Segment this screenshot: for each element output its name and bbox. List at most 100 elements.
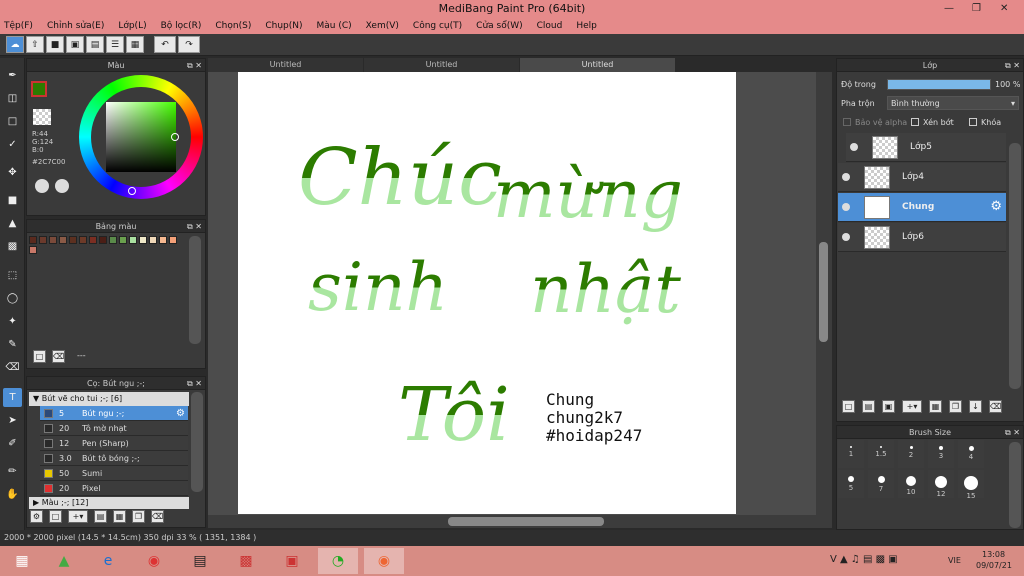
menu-edit[interactable]: Chỉnh sửa(E) [47,21,104,31]
add-layer-dropdown-icon[interactable]: +▾ [902,400,922,413]
palette-swatch[interactable] [169,236,177,244]
palette-swatch[interactable] [109,236,117,244]
brush-group-header-2[interactable]: ▶ Màu ;-; [12] [29,497,189,509]
tray-icons[interactable]: V ▲ ♫ ▤ ▩ ▣ [830,554,898,565]
brush-size-option[interactable]: 15 [958,470,984,500]
delete-palette-icon[interactable]: ⌫ [52,350,65,363]
palette-swatch[interactable] [139,236,147,244]
protect-alpha-checkbox[interactable] [843,118,851,126]
brush-size-option[interactable]: 3 [928,440,954,468]
canvas-horizontal-scrollbar[interactable] [208,515,816,528]
eye-icon[interactable] [842,203,850,211]
cloud-icon[interactable]: ☁ [6,36,24,53]
layer-item-lop6[interactable]: Lớp6 [838,223,1006,252]
brush-size-scrollbar[interactable] [1009,442,1021,528]
menu-layer[interactable]: Lớp(L) [118,21,146,31]
brush-size-option[interactable]: 5 [838,470,864,498]
eye-icon[interactable] [842,173,850,181]
redo-icon[interactable]: ↷ [178,36,200,53]
new-halftone-layer-icon[interactable]: ▤ [862,400,875,413]
palette-swatch[interactable] [99,236,107,244]
palette-swatch[interactable] [79,236,87,244]
palette-swatch[interactable] [129,236,137,244]
lock-checkbox[interactable] [969,118,977,126]
brush-size-option[interactable]: 4 [958,440,984,468]
new-8bit-layer-icon[interactable]: ▣ [882,400,895,413]
canvas-paper[interactable]: Chúc mừng sinh nhật Tôi Chung chung2k7 #… [238,72,736,514]
palette-scrollbar[interactable] [189,236,201,344]
tab-untitled-2[interactable]: Untitled [364,58,519,72]
brush-size-option[interactable]: 7 [868,470,894,498]
eye-icon[interactable] [850,143,858,151]
operation-tool-icon[interactable]: ➤ [3,411,22,430]
panel-close-icon[interactable]: ⧉ ✕ [1005,59,1020,72]
share-icon[interactable]: ⇧ [26,36,44,53]
brush-size-option[interactable]: 10 [898,470,924,498]
menu-help[interactable]: Help [576,21,597,31]
document-icon[interactable]: ▤ [86,36,104,53]
app-green-icon[interactable]: ◔ [318,548,358,574]
brush-item[interactable]: 20 Tô mờ nhạt [40,421,188,436]
move-tool-icon[interactable]: ✥ [3,163,22,182]
new-brush-icon[interactable]: □ [49,510,62,523]
brush-size-option[interactable]: 12 [928,470,954,498]
medibang-icon[interactable]: ◉ [364,548,404,574]
eraser-tool-icon[interactable]: ◫ [3,89,22,108]
fill-rect-icon[interactable]: ■ [3,191,22,210]
palette-swatch[interactable] [119,236,127,244]
palette-swatch[interactable] [49,236,57,244]
palette-swatch[interactable] [159,236,167,244]
folder-icon[interactable]: ▦ [929,400,942,413]
hue-wheel[interactable] [79,75,203,199]
menu-view[interactable]: Xem(V) [366,21,399,31]
transparent-color-swatch[interactable] [33,109,51,125]
eyedropper-icon[interactable]: ✏ [3,462,22,481]
add-brush-icon[interactable]: +▾ [68,510,88,523]
canvas-area[interactable]: Chúc mừng sinh nhật Tôi Chung chung2k7 #… [208,72,832,528]
opacity-slider[interactable] [887,79,991,90]
brush-size-option[interactable]: 2 [898,440,924,468]
color-picker-handle[interactable] [171,133,179,141]
menu-cloud[interactable]: Cloud [537,21,563,31]
layer-item-lop4[interactable]: Lớp4 [838,163,1006,192]
duplicate-layer-icon[interactable]: ❐ [949,400,962,413]
panel-close-icon[interactable]: ⧉ ✕ [1005,426,1020,439]
canvas-vertical-scrollbar[interactable] [816,72,832,528]
message-icon[interactable]: ▣ [66,36,84,53]
tab-untitled-3[interactable]: Untitled [520,58,675,72]
brush-settings-icon[interactable]: ⚙ [30,510,43,523]
dropper-tool-icon[interactable]: ✐ [3,434,22,453]
panel-close-icon[interactable]: ⧉ ✕ [187,220,202,233]
menu-color[interactable]: Màu (C) [317,21,352,31]
merge-layer-icon[interactable]: ↓ [969,400,982,413]
brush-item[interactable]: 20 Pixel [40,481,188,496]
select-eraser-icon[interactable]: ⌫ [3,358,22,377]
brush-item[interactable]: 12 Pen (Sharp) [40,436,188,451]
menu-select[interactable]: Chọn(S) [215,21,251,31]
copy-brush-icon[interactable]: ❐ [132,510,145,523]
windows-start-icon[interactable]: ▦ [2,548,42,574]
layer-item-chung[interactable]: Chung ⚙ [838,193,1006,222]
rect-tool-icon[interactable]: □ [3,112,22,131]
ie-icon[interactable]: e [88,548,128,574]
app-icon[interactable]: ▣ [272,548,312,574]
pen-tool-icon[interactable]: ✓ [3,135,22,154]
bluestacks-icon[interactable]: ▲ [44,548,84,574]
menu-filter[interactable]: Bộ lọc(R) [161,21,202,31]
hand-tool-icon[interactable]: ✋ [3,485,22,504]
brush-size-option[interactable]: 1.5 [868,440,894,468]
palette-swatch[interactable] [29,236,37,244]
saturation-square[interactable] [106,102,176,172]
clipping-checkbox[interactable] [911,118,919,126]
lasso-tool-icon[interactable]: ◯ [3,289,22,308]
minimize-button[interactable]: — [944,0,954,17]
panel-close-icon[interactable]: ⧉ ✕ [187,377,202,390]
menu-window[interactable]: Cửa sổ(W) [476,21,522,31]
tab-untitled-1[interactable]: Untitled [208,58,363,72]
palette-swatch[interactable] [29,246,37,254]
palette-swatch[interactable] [59,236,67,244]
language-indicator[interactable]: VIE [948,556,961,565]
select-rect-icon[interactable]: ⬚ [3,266,22,285]
brush-doc-icon[interactable]: ▤ [94,510,107,523]
folder-icon[interactable]: ▦ [113,510,126,523]
